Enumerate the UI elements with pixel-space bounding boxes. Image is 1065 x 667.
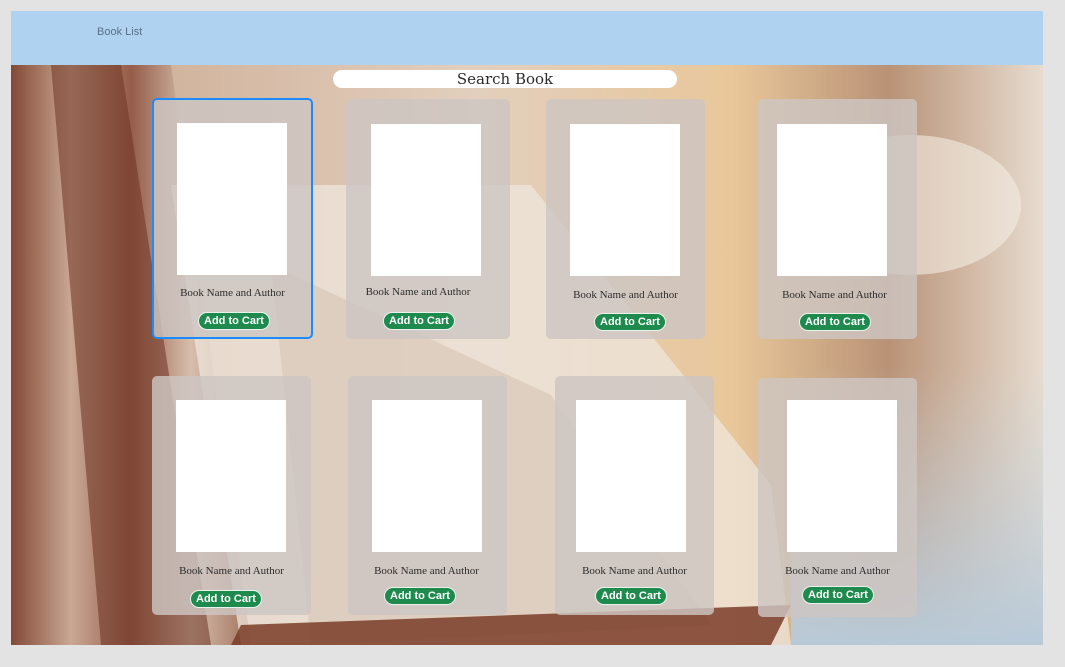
book-name-author: Book Name and Author bbox=[582, 565, 687, 577]
book-cover bbox=[371, 124, 481, 276]
search-book-bar[interactable]: Search Book bbox=[333, 70, 677, 88]
add-to-cart-button[interactable]: Add to Cart bbox=[198, 312, 270, 330]
book-cover bbox=[372, 400, 482, 552]
book-name-author: Book Name and Author bbox=[179, 565, 284, 577]
book-cover bbox=[777, 124, 887, 276]
book-card[interactable]: Book Name and Author Add to Cart bbox=[348, 376, 507, 615]
add-to-cart-button[interactable]: Add to Cart bbox=[384, 587, 456, 605]
add-to-cart-button[interactable]: Add to Cart bbox=[190, 590, 262, 608]
book-cover bbox=[177, 123, 287, 275]
book-card[interactable]: Book Name and Author Add to Cart bbox=[758, 99, 917, 339]
book-card[interactable]: Book Name and Author Add to Cart bbox=[555, 376, 714, 615]
book-name-author: Book Name and Author bbox=[365, 286, 471, 298]
add-to-cart-button[interactable]: Add to Cart bbox=[799, 313, 871, 331]
book-card[interactable]: Book Name and Author Add to Cart bbox=[346, 99, 510, 339]
book-card[interactable]: Book Name and Author Add to Cart bbox=[758, 378, 917, 617]
app-frame: Book List Search Book Book Name and Auth… bbox=[11, 11, 1043, 645]
book-name-author: Book Name and Author bbox=[782, 289, 887, 301]
add-to-cart-button[interactable]: Add to Cart bbox=[594, 313, 666, 331]
page-title: Book List bbox=[97, 26, 143, 38]
book-cover bbox=[570, 124, 680, 276]
book-name-author: Book Name and Author bbox=[374, 565, 479, 577]
book-card[interactable]: Book Name and Author Add to Cart bbox=[152, 98, 313, 339]
book-card[interactable]: Book Name and Author Add to Cart bbox=[546, 99, 705, 339]
add-to-cart-button[interactable]: Add to Cart bbox=[383, 312, 455, 330]
book-cover bbox=[787, 400, 897, 552]
book-name-author: Book Name and Author bbox=[180, 287, 285, 299]
book-card[interactable]: Book Name and Author Add to Cart bbox=[152, 376, 311, 615]
book-cover bbox=[576, 400, 686, 552]
add-to-cart-button[interactable]: Add to Cart bbox=[802, 586, 874, 604]
book-name-author: Book Name and Author bbox=[785, 565, 890, 577]
book-name-author: Book Name and Author bbox=[573, 289, 678, 301]
header-bar: Book List bbox=[11, 11, 1043, 65]
book-cover bbox=[176, 400, 286, 552]
add-to-cart-button[interactable]: Add to Cart bbox=[595, 587, 667, 605]
